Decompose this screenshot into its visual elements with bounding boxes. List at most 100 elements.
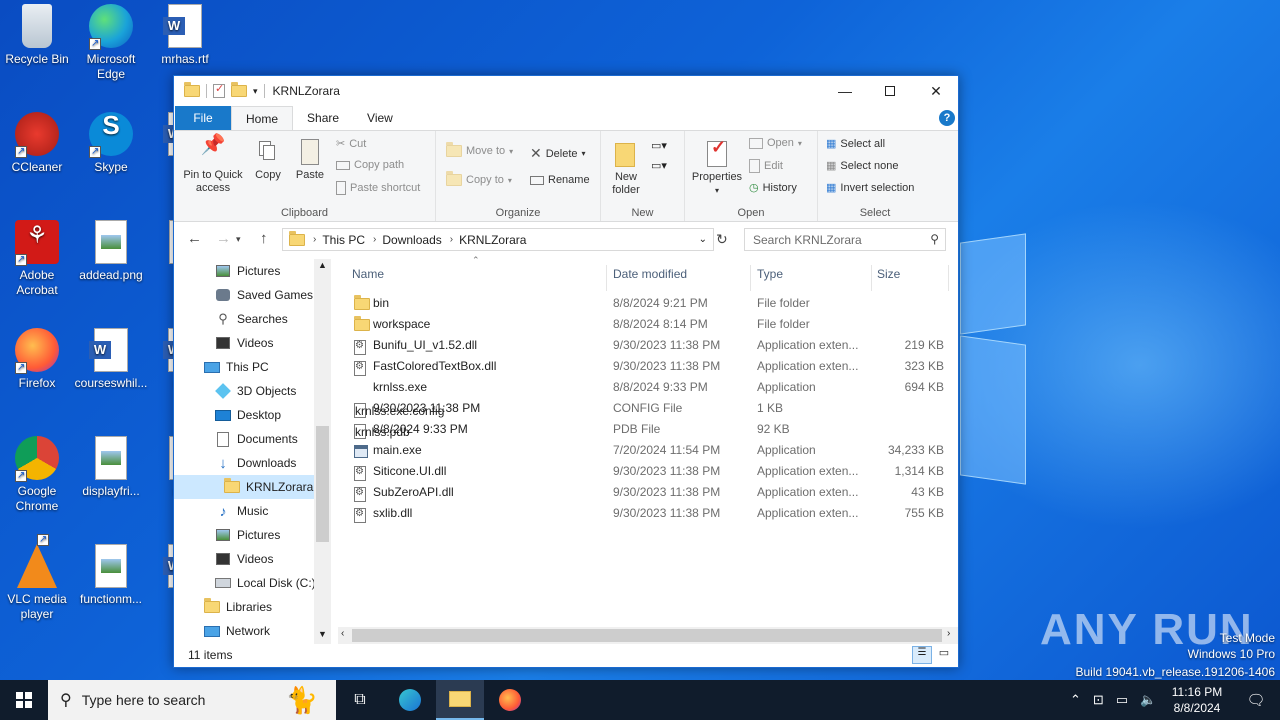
nav-item[interactable]: Local Disk (C:) bbox=[174, 571, 316, 595]
select-none-button[interactable]: ▦ Select none bbox=[826, 159, 899, 173]
tab-file[interactable]: File bbox=[175, 106, 231, 130]
task-view-icon[interactable]: ⧉ bbox=[336, 680, 384, 720]
file-explorer-taskbar-icon[interactable] bbox=[436, 680, 484, 720]
desktop-icon-item[interactable]: VLC media player bbox=[0, 532, 74, 622]
desktop-icon-item[interactable]: addead.png bbox=[74, 220, 148, 283]
file-row[interactable]: krnlss.exe.config 9/30/2023 11:38 PM CONFI… bbox=[352, 398, 946, 419]
file-row[interactable]: krnlss.exe 8/8/2024 9:33 PM Application 694… bbox=[352, 377, 946, 398]
desktop-icon-item[interactable]: functionm... bbox=[74, 544, 148, 607]
back-icon[interactable]: ← bbox=[187, 230, 202, 247]
scroll-left-icon[interactable]: ‹ bbox=[341, 628, 344, 639]
paste-shortcut-button[interactable]: Paste shortcut bbox=[336, 181, 420, 195]
column-date[interactable]: Date modified bbox=[613, 267, 687, 289]
history-button[interactable]: ◷ History bbox=[749, 181, 797, 195]
refresh-icon[interactable]: ↻ bbox=[716, 231, 728, 248]
taskbar-search-box[interactable]: ⚲ Type here to search 🐈 bbox=[48, 680, 336, 720]
file-row[interactable]: Siticone.UI.dll 9/30/2023 11:38 PM Applica… bbox=[352, 461, 946, 482]
nav-item[interactable]: Libraries bbox=[174, 595, 314, 619]
new-item-icon[interactable]: ▭▾ bbox=[651, 139, 673, 153]
clock[interactable]: 11:16 PM 8/8/2024 bbox=[1160, 684, 1234, 716]
cut-button[interactable]: ✂ Cut bbox=[336, 137, 366, 151]
nav-scroll-thumb[interactable] bbox=[316, 426, 329, 542]
file-row[interactable]: bin 8/8/2024 9:21 PM File folder bbox=[352, 293, 946, 314]
desktop-icon-item[interactable]: Microsoft Edge bbox=[74, 4, 148, 82]
properties-button[interactable]: ✓ Properties ▾ bbox=[689, 138, 745, 197]
copy-button[interactable]: Copy bbox=[250, 139, 286, 182]
desktop-icon-item[interactable]: CCleaner bbox=[0, 112, 74, 175]
up-icon[interactable]: ↑ bbox=[260, 230, 268, 247]
properties-check-icon[interactable]: ✓ bbox=[213, 83, 225, 98]
file-row[interactable]: workspace 8/8/2024 8:14 PM File folder bbox=[352, 314, 946, 335]
tab-home[interactable]: Home bbox=[231, 106, 294, 130]
monitor-icon[interactable]: ▭ bbox=[1116, 692, 1128, 708]
column-size[interactable]: Size bbox=[877, 267, 900, 289]
new-folder-icon[interactable] bbox=[231, 82, 247, 97]
rename-button[interactable]: Rename bbox=[530, 174, 590, 186]
qat-dropdown-icon[interactable]: ▾ bbox=[253, 86, 258, 97]
open-button[interactable]: Open ▾ bbox=[749, 137, 802, 149]
nav-item[interactable]: Documents bbox=[174, 427, 314, 451]
nav-item[interactable]: Videos bbox=[174, 547, 314, 571]
move-to-button[interactable]: Move to ▾ bbox=[446, 142, 513, 157]
address-dropdown-icon[interactable]: ⌄ bbox=[699, 234, 707, 245]
edge-taskbar-icon[interactable] bbox=[386, 680, 434, 720]
desktop-icon-item[interactable]: SSkype bbox=[74, 112, 148, 175]
hscroll-thumb[interactable] bbox=[352, 629, 942, 642]
desktop-icon-item[interactable]: Wcourseswhil... bbox=[74, 328, 148, 391]
desktop-icon-item[interactable]: Google Chrome bbox=[0, 436, 74, 514]
volume-icon[interactable]: 🔈 bbox=[1140, 692, 1156, 708]
scroll-right-icon[interactable]: › bbox=[947, 628, 950, 639]
nav-item[interactable]: Desktop bbox=[174, 403, 314, 427]
desktop-icon-item[interactable]: Recycle Bin bbox=[0, 4, 74, 67]
nav-item[interactable]: Pictures bbox=[174, 259, 314, 283]
nav-item[interactable]: 3D Objects bbox=[174, 379, 314, 403]
paste-button[interactable]: Paste bbox=[292, 139, 328, 182]
file-row[interactable]: krnlss.pdb 8/8/2024 9:33 PM PDB File 92 KB bbox=[352, 419, 946, 440]
recent-dropdown-icon[interactable]: ▾ bbox=[236, 234, 241, 245]
breadcrumb-downloads[interactable]: Downloads bbox=[382, 233, 441, 247]
scroll-up-icon[interactable]: ▲ bbox=[318, 260, 327, 270]
copy-path-button[interactable]: Copy path bbox=[336, 159, 404, 171]
file-row[interactable]: Bunifu_UI_v1.52.dll 9/30/2023 11:38 PM App… bbox=[352, 335, 946, 356]
address-bar[interactable]: › This PC › Downloads › KRNLZorara ⌄ bbox=[282, 228, 714, 251]
edit-button[interactable]: Edit bbox=[749, 159, 783, 173]
details-view-icon[interactable]: ☰ bbox=[912, 646, 932, 664]
nav-scrollbar[interactable]: ▲ ▼ bbox=[314, 259, 331, 644]
close-button[interactable]: ✕ bbox=[913, 76, 959, 106]
nav-item[interactable]: Saved Games bbox=[174, 283, 314, 307]
breadcrumb-this-pc[interactable]: This PC bbox=[322, 233, 365, 247]
forward-icon[interactable]: → bbox=[216, 230, 231, 247]
scroll-down-icon[interactable]: ▼ bbox=[318, 629, 327, 639]
large-icons-view-icon[interactable]: ▭ bbox=[934, 646, 954, 664]
nav-item[interactable]: Pictures bbox=[174, 523, 314, 547]
column-type[interactable]: Type bbox=[757, 267, 783, 289]
column-name[interactable]: Name bbox=[352, 267, 384, 289]
desktop-icon-item[interactable]: displayfri... bbox=[74, 436, 148, 499]
desktop-icon-item[interactable]: ⚘Adobe Acrobat bbox=[0, 220, 74, 298]
tab-share[interactable]: Share bbox=[293, 106, 353, 130]
easy-access-icon[interactable]: ▭▾ bbox=[651, 159, 673, 173]
network-status-icon[interactable]: ⊡ bbox=[1093, 692, 1104, 708]
desktop-icon-item[interactable]: Firefox bbox=[0, 328, 74, 391]
nav-item[interactable]: Network bbox=[174, 619, 314, 643]
nav-item[interactable]: This PC bbox=[174, 355, 314, 379]
file-row[interactable]: SubZeroAPI.dll 9/30/2023 11:38 PM Applicat… bbox=[352, 482, 946, 503]
help-icon[interactable]: ? bbox=[939, 110, 955, 126]
invert-selection-button[interactable]: ▦ Invert selection bbox=[826, 181, 914, 195]
new-folder-button[interactable]: New folder bbox=[605, 139, 647, 197]
nav-item[interactable]: ♪ Music bbox=[174, 499, 314, 523]
delete-button[interactable]: ✕ Delete ▾ bbox=[530, 145, 586, 162]
start-button[interactable] bbox=[0, 680, 48, 720]
breadcrumb-krnlzorara[interactable]: KRNLZorara bbox=[459, 233, 526, 247]
file-list-hscrollbar[interactable]: ‹ › bbox=[338, 627, 958, 644]
select-all-button[interactable]: ▦ Select all bbox=[826, 137, 885, 151]
copy-to-button[interactable]: Copy to ▾ bbox=[446, 171, 512, 186]
nav-item[interactable]: Videos bbox=[174, 331, 314, 355]
minimize-button[interactable]: — bbox=[822, 76, 868, 106]
pin-quick-access-button[interactable]: 📌 Pin to Quick access bbox=[180, 135, 246, 195]
firefox-taskbar-icon[interactable] bbox=[486, 680, 534, 720]
search-input[interactable]: Search KRNLZorara ⚲ bbox=[744, 228, 946, 251]
notifications-icon[interactable]: 🗨 bbox=[1232, 680, 1280, 720]
desktop-icon-item[interactable]: Wmrhas.rtf bbox=[148, 4, 222, 67]
maximize-button[interactable] bbox=[867, 76, 913, 106]
